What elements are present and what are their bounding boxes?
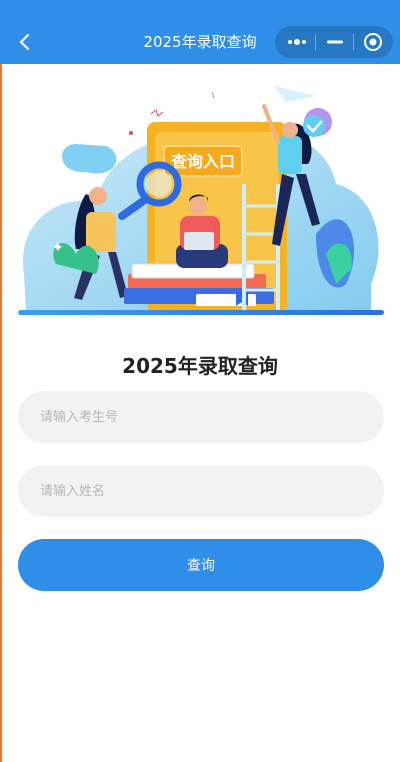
more-dots-icon — [288, 39, 306, 45]
exam-number-input[interactable] — [18, 391, 384, 443]
capsule-divider — [315, 34, 316, 50]
mini-program-capsule — [275, 26, 393, 58]
navbar: 2025年录取查询 — [0, 0, 400, 64]
target-circle-icon — [364, 33, 382, 51]
svg-text:✦: ✦ — [52, 240, 64, 256]
exam-number-field — [18, 391, 384, 443]
close-button[interactable] — [357, 26, 389, 58]
name-input[interactable] — [18, 465, 384, 517]
page-title: 2025年录取查询 — [122, 354, 278, 378]
capsule-divider — [353, 34, 354, 50]
banner-illustration: 查询入口 ✦ — [16, 84, 386, 324]
more-button[interactable] — [281, 26, 313, 58]
name-field — [18, 465, 384, 517]
left-edge-line — [0, 0, 2, 762]
query-button[interactable]: 查询 — [18, 539, 384, 591]
minimize-button[interactable] — [319, 26, 351, 58]
minimize-icon — [327, 40, 343, 44]
banner-sign-text: 查询入口 — [171, 152, 235, 171]
